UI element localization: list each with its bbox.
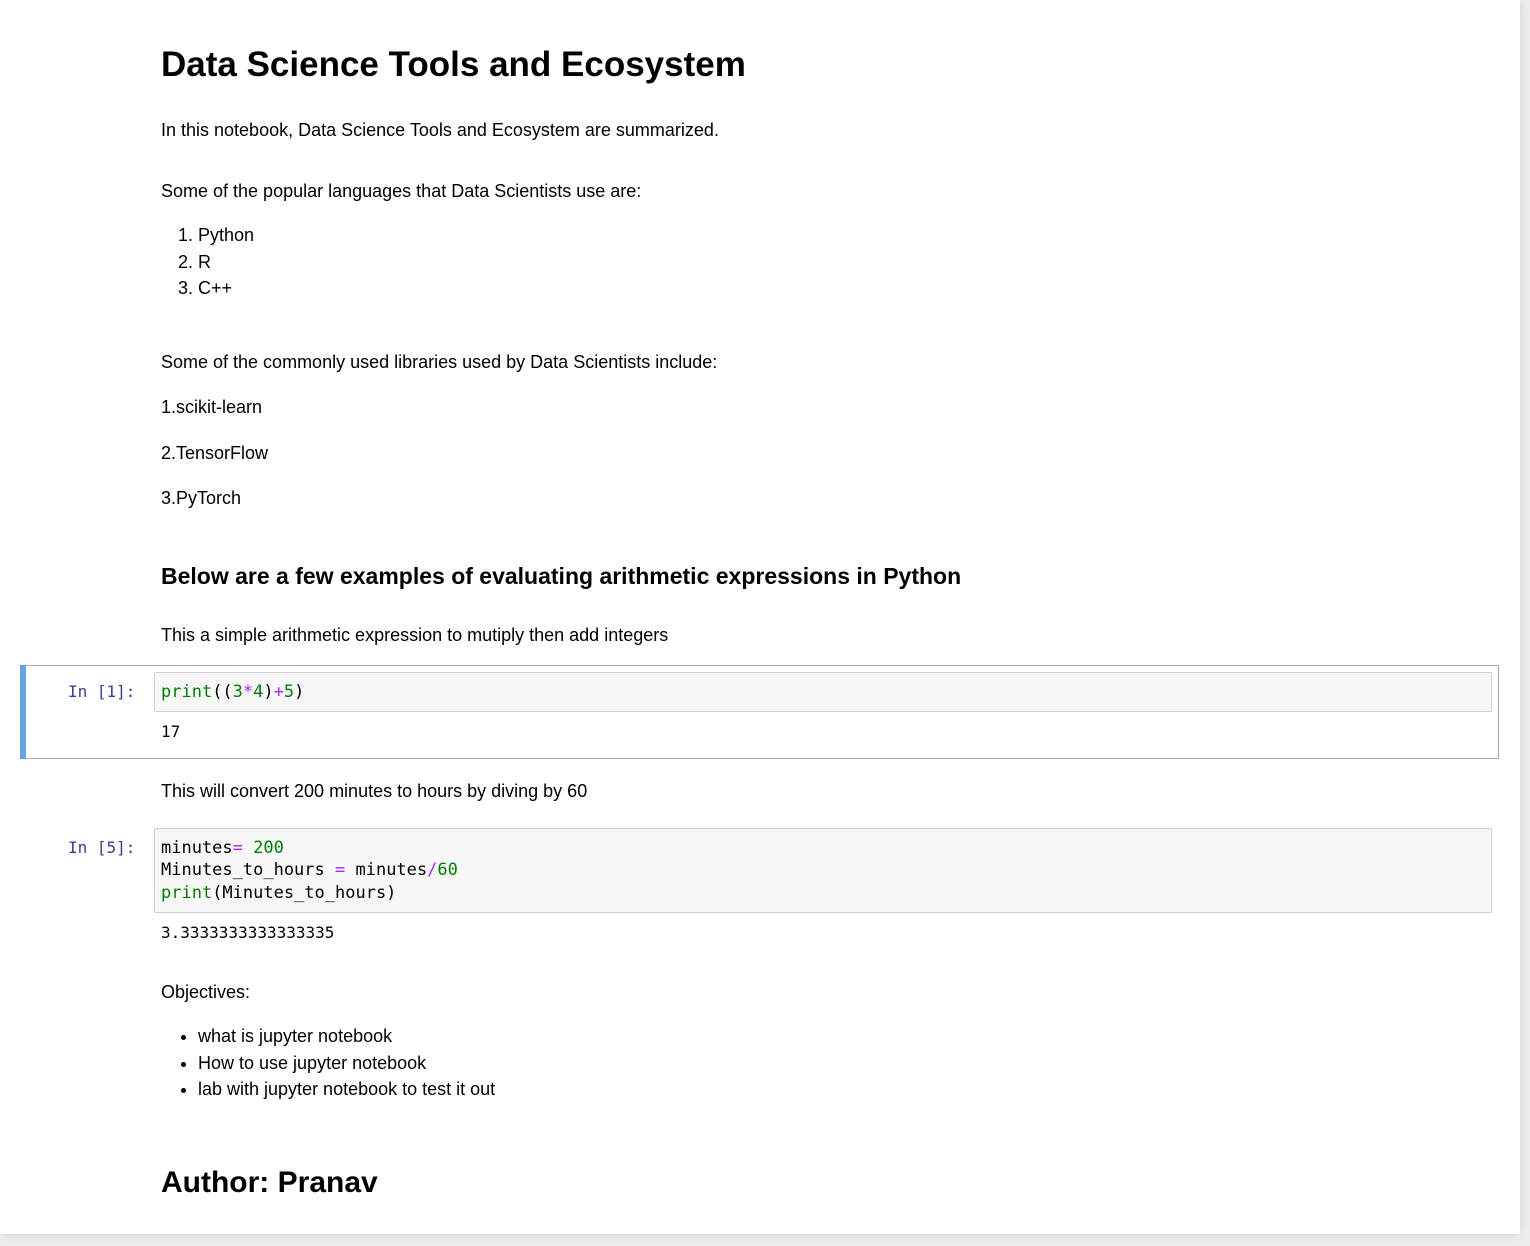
code-token: ) — [294, 682, 305, 702]
libraries-heading: Some of the commonly used libraries used… — [161, 352, 718, 372]
library-item: 2.TensorFlow — [161, 443, 269, 463]
code-token: = — [335, 860, 346, 880]
languages-heading: Some of the popular languages that Data … — [161, 181, 642, 201]
code-token: 3 — [232, 682, 243, 702]
arithmetic-heading: Below are a few examples of evaluating a… — [161, 563, 962, 589]
code-token: * — [242, 682, 254, 702]
list-item: C++ — [198, 275, 254, 302]
code-token: (( — [212, 682, 233, 702]
arithmetic-description: This a simple arithmetic expression to m… — [161, 625, 669, 645]
code-token: (Minutes_to_hours) — [212, 883, 397, 903]
code-token: / — [427, 860, 438, 880]
notebook-page: Data Science Tools and Ecosystem In this… — [0, 0, 1520, 1234]
cell-output: 3.3333333333333335 — [161, 923, 335, 942]
cell-prompt: In [5]: — [68, 838, 136, 857]
intro-text: In this notebook, Data Science Tools and… — [161, 120, 719, 140]
code-line: minutes= 200 — [161, 837, 284, 859]
code-token: 200 — [253, 838, 284, 858]
list-item: Python — [198, 222, 254, 249]
objectives-list: what is jupyter notebook How to use jupy… — [161, 1023, 495, 1103]
languages-list: Python R C++ — [161, 222, 254, 302]
code-token: 4 — [253, 682, 264, 702]
code-line: print((3*4)+5) — [161, 681, 304, 703]
code-line: Minutes_to_hours = minutes/60 — [161, 859, 458, 881]
code-token: 60 — [437, 860, 458, 880]
code-input[interactable]: print((3*4)+5) — [154, 672, 1492, 712]
code-token: ) — [263, 682, 274, 702]
code-token: = — [232, 838, 243, 858]
code-token: print — [161, 883, 213, 903]
code-input[interactable]: minutes= 200 Minutes_to_hours = minutes/… — [154, 828, 1492, 913]
cell-selection-bar — [20, 665, 26, 759]
code-token: minutes — [161, 838, 233, 858]
author-heading: Author: Pranav — [161, 1166, 378, 1199]
notebook-title: Data Science Tools and Ecosystem — [161, 45, 746, 84]
list-item: R — [198, 249, 254, 276]
cell-prompt: In [1]: — [68, 682, 136, 701]
cell-output: 17 — [161, 722, 181, 741]
code-token: 5 — [283, 682, 295, 702]
code-token: Minutes_to_hours — [161, 860, 335, 880]
library-item: 1.scikit-learn — [161, 397, 263, 417]
list-item: How to use jupyter notebook — [198, 1050, 495, 1077]
library-item: 3.PyTorch — [161, 488, 242, 508]
code-token: + — [273, 682, 284, 702]
code-line: print(Minutes_to_hours) — [161, 882, 396, 904]
code-token: print — [161, 682, 213, 702]
list-item: what is jupyter notebook — [198, 1023, 495, 1050]
objectives-heading: Objectives: — [161, 982, 251, 1002]
code-token: minutes — [345, 860, 428, 880]
conversion-description: This will convert 200 minutes to hours b… — [161, 781, 588, 801]
list-item: lab with jupyter notebook to test it out — [198, 1076, 495, 1103]
